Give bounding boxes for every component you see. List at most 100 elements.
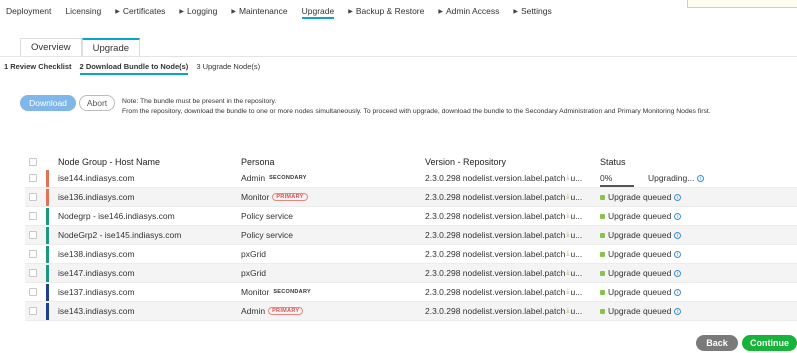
table-body: ise144.indiasys.com Admin SECONDARY 2.3.0.2… bbox=[25, 169, 797, 321]
row-checkbox[interactable] bbox=[29, 269, 37, 277]
status-cell: Upgrade queued i bbox=[600, 283, 797, 301]
nav-item-label: Upgrade bbox=[301, 6, 335, 16]
info-icon[interactable]: i bbox=[674, 288, 682, 296]
select-all-cell[interactable] bbox=[29, 155, 41, 169]
row-select-cell[interactable] bbox=[29, 207, 41, 225]
node-group-color-bar bbox=[46, 246, 49, 263]
persona-cell: Policy service bbox=[241, 226, 421, 244]
nav-item-maintenance[interactable]: ▶ Maintenance bbox=[231, 0, 287, 22]
row-checkbox[interactable] bbox=[29, 174, 37, 182]
nav-item-logging[interactable]: ▶ Logging bbox=[179, 0, 217, 22]
status-cell: Upgrade queued i bbox=[600, 264, 797, 282]
version-cell: 2.3.0.298 nodelist.version.label.patch ⤓ u… bbox=[425, 207, 597, 225]
version-label: 2.3.0.298 nodelist.version.label.patch bbox=[425, 249, 566, 259]
row-checkbox[interactable] bbox=[29, 250, 37, 258]
persona-cell: Policy service bbox=[241, 207, 421, 225]
select-all-checkbox[interactable] bbox=[29, 158, 37, 166]
tabs-divider bbox=[0, 56, 797, 57]
table-row[interactable]: ise143.indiasys.com Admin PRIMARY 2.3.0.298… bbox=[25, 302, 797, 321]
step-number: 3 bbox=[196, 62, 201, 71]
header-persona[interactable]: Persona bbox=[241, 155, 421, 169]
version-cell: 2.3.0.298 nodelist.version.label.patch ⤓ u… bbox=[425, 264, 597, 282]
nav-item-settings[interactable]: ▶ Settings bbox=[513, 0, 551, 22]
row-checkbox[interactable] bbox=[29, 231, 37, 239]
download-icon: ⤓ bbox=[566, 231, 570, 238]
row-select-cell[interactable] bbox=[29, 302, 41, 320]
status-text: Upgrade queued bbox=[608, 287, 672, 297]
download-button[interactable]: Download bbox=[20, 95, 76, 111]
step-review-checklist[interactable]: 1 Review Checklist bbox=[4, 62, 72, 75]
progress-percent: 0% bbox=[600, 173, 613, 183]
info-icon[interactable]: i bbox=[674, 193, 682, 201]
node-group-color-bar bbox=[46, 170, 49, 187]
table-row[interactable]: ise144.indiasys.com Admin SECONDARY 2.3.0.2… bbox=[25, 169, 797, 188]
row-select-cell[interactable] bbox=[29, 226, 41, 244]
row-checkbox[interactable] bbox=[29, 288, 37, 296]
role-badge: PRIMARY bbox=[272, 193, 308, 201]
status-text: Upgrading... bbox=[648, 173, 695, 183]
node-group-color-bar bbox=[46, 227, 49, 244]
table-row[interactable]: ise138.indiasys.com pxGrid 2.3.0.298 nodel… bbox=[25, 245, 797, 264]
download-icon: ⤓ bbox=[566, 174, 570, 181]
row-select-cell[interactable] bbox=[29, 188, 41, 206]
persona-cell: pxGrid bbox=[241, 264, 421, 282]
table-row[interactable]: Nodegrp - ise146.indiasys.com Policy serv… bbox=[25, 207, 797, 226]
back-button[interactable]: Back bbox=[696, 335, 738, 351]
table-row[interactable]: ise147.indiasys.com pxGrid 2.3.0.298 nodel… bbox=[25, 264, 797, 283]
info-icon[interactable]: i bbox=[674, 307, 682, 315]
queued-status-icon bbox=[600, 213, 605, 219]
caret-right-icon: ▶ bbox=[179, 8, 185, 15]
nav-item-label: Deployment bbox=[6, 6, 52, 16]
status-text: Upgrade queued bbox=[608, 268, 672, 278]
table-row[interactable]: NodeGrp2 - ise145.indiasys.com Policy ser… bbox=[25, 226, 797, 245]
info-icon[interactable]: i bbox=[674, 250, 682, 258]
version-cell: 2.3.0.298 nodelist.version.label.patch ⤓ u… bbox=[425, 245, 597, 263]
nav-item-backup-restore[interactable]: ▶ Backup & Restore bbox=[348, 0, 424, 22]
abort-button[interactable]: Abort bbox=[79, 95, 115, 111]
version-suffix: u... bbox=[570, 211, 583, 221]
nav-item-licensing[interactable]: Licensing bbox=[65, 0, 101, 22]
info-icon[interactable]: i bbox=[674, 269, 682, 277]
row-select-cell[interactable] bbox=[29, 245, 41, 263]
nav-item-admin-access[interactable]: ▶ Admin Access bbox=[438, 0, 499, 22]
row-select-cell[interactable] bbox=[29, 264, 41, 282]
row-checkbox[interactable] bbox=[29, 193, 37, 201]
download-icon: ⤓ bbox=[566, 250, 570, 257]
persona-cell: pxGrid bbox=[241, 245, 421, 263]
row-checkbox[interactable] bbox=[29, 212, 37, 220]
row-select-cell[interactable] bbox=[29, 283, 41, 301]
info-icon[interactable]: i bbox=[674, 231, 682, 239]
table-row[interactable]: ise136.indiasys.com Monitor PRIMARY 2.3.0.2… bbox=[25, 188, 797, 207]
info-icon[interactable]: i bbox=[674, 212, 682, 220]
step-download-bundle[interactable]: 2 Download Bundle to Node(s) bbox=[79, 62, 189, 75]
progress-bar bbox=[600, 185, 634, 187]
nav-item-certificates[interactable]: ▶ Certificates bbox=[115, 0, 165, 22]
version-label: 2.3.0.298 nodelist.version.label.patch bbox=[425, 192, 566, 202]
persona-cell: Monitor PRIMARY bbox=[241, 188, 421, 206]
download-icon: ⤓ bbox=[566, 288, 570, 295]
header-status[interactable]: Status bbox=[600, 155, 797, 169]
queued-status-icon bbox=[600, 194, 605, 200]
role-badge: SECONDARY bbox=[273, 289, 311, 295]
step-number: 2 bbox=[79, 62, 84, 71]
info-icon[interactable]: i bbox=[697, 174, 705, 182]
row-checkbox[interactable] bbox=[29, 307, 37, 315]
row-select-cell[interactable] bbox=[29, 169, 41, 187]
persona-label: pxGrid bbox=[241, 249, 267, 259]
step-label: Download Bundle to Node(s) bbox=[85, 62, 189, 71]
nav-item-upgrade[interactable]: Upgrade bbox=[301, 0, 335, 22]
tab-upgrade[interactable]: Upgrade bbox=[81, 38, 141, 56]
continue-button[interactable]: Continue bbox=[742, 335, 797, 351]
table-row[interactable]: ise137.indiasys.com Monitor SECONDARY 2.3.0… bbox=[25, 283, 797, 302]
header-version[interactable]: Version - Repository bbox=[425, 155, 597, 169]
nav-item-deployment[interactable]: Deployment bbox=[6, 0, 51, 22]
host-name: ise136.indiasys.com bbox=[58, 192, 135, 202]
step-upgrade-nodes[interactable]: 3 Upgrade Node(s) bbox=[196, 62, 260, 75]
status-text: Upgrade queued bbox=[608, 306, 672, 316]
sub-tabs: Overview Upgrade bbox=[20, 38, 141, 56]
persona-cell: Admin PRIMARY bbox=[241, 302, 421, 320]
host-name: ise138.indiasys.com bbox=[58, 249, 135, 259]
nav-item-label: Certificates bbox=[122, 6, 166, 16]
header-name[interactable]: Node Group - Host Name bbox=[58, 155, 236, 169]
tab-overview[interactable]: Overview bbox=[20, 38, 82, 56]
